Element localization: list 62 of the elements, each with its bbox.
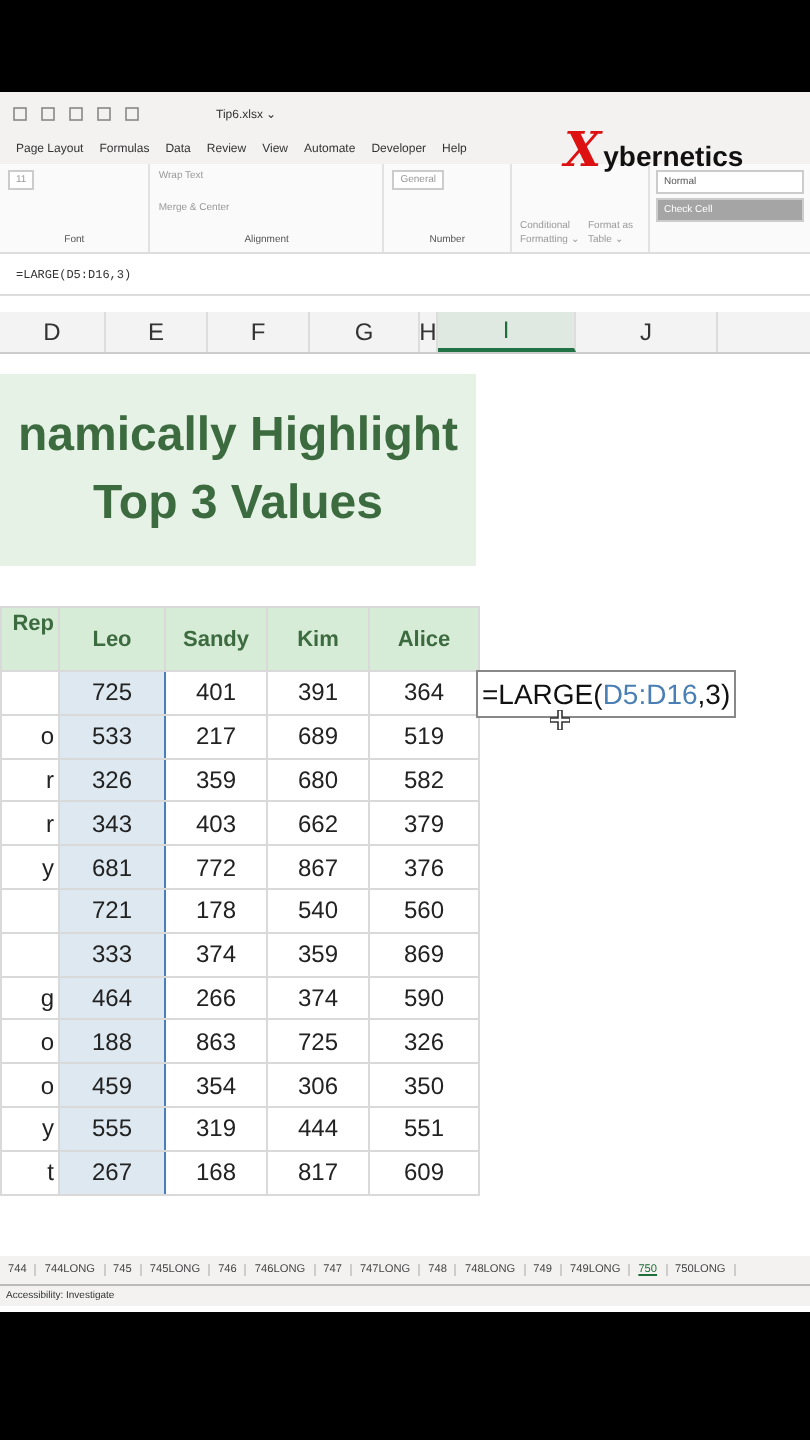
table-cell: 374 (267, 976, 369, 1020)
header-cell: Kim (267, 607, 369, 671)
table-cell: 869 (369, 932, 479, 977)
table-cell: 343 (59, 801, 165, 846)
table-cell: 306 (267, 1063, 369, 1107)
table-cell: 863 (165, 1019, 267, 1064)
table-cell: 401 (165, 671, 267, 715)
table-cell: 403 (165, 801, 267, 846)
table-cell: 519 (369, 714, 479, 759)
column-header[interactable]: D (0, 312, 106, 352)
table-cell: 354 (165, 1063, 267, 1107)
table-cell: 464 (59, 976, 165, 1020)
table-cell: 689 (267, 714, 369, 759)
column-header[interactable]: E (106, 312, 208, 352)
title-text: namically Highlight (17, 408, 459, 464)
table-cell: 681 (59, 845, 165, 889)
table-cell: 168 (165, 1150, 267, 1195)
table-cell: 609 (369, 1150, 479, 1195)
table-cell: 267 (59, 1150, 165, 1195)
table-cell: 188 (59, 1019, 165, 1064)
column-header[interactable]: J (576, 312, 718, 352)
table-cell: 867 (267, 845, 369, 889)
table-cell: 540 (267, 888, 369, 933)
table-cell: 350 (369, 1063, 479, 1107)
table-cell: 266 (165, 976, 267, 1020)
table-cell: 326 (369, 1019, 479, 1064)
header-cell: Sandy (165, 607, 267, 671)
table-cell: 725 (59, 671, 165, 715)
table-cell: 817 (267, 1150, 369, 1195)
table-cell: 376 (369, 845, 479, 889)
table-cell: 662 (267, 801, 369, 846)
table-cell: 772 (165, 845, 267, 889)
formula-cell[interactable]: =LARGE(D5:D16,3) (476, 670, 737, 718)
table-cell: 533 (59, 714, 165, 759)
table-cell: 551 (369, 1106, 479, 1151)
table-cell: 374 (165, 932, 267, 977)
column-header[interactable]: G (310, 312, 420, 352)
table-cell: 326 (59, 758, 165, 802)
table-cell: 560 (369, 888, 479, 933)
table-cell: 590 (369, 976, 479, 1020)
table-cell: 680 (267, 758, 369, 802)
header-cell: Leo (59, 607, 165, 671)
table-cell: 359 (267, 932, 369, 977)
title-text: Top 3 Values (93, 476, 383, 532)
column-header[interactable]: I (438, 312, 576, 352)
table-cell: 444 (267, 1106, 369, 1151)
header-cell: Alice (369, 607, 479, 671)
table-cell: 555 (59, 1106, 165, 1151)
table-cell: 391 (267, 671, 369, 715)
table-cell: 582 (369, 758, 479, 802)
header-cell: Rep (1, 607, 59, 671)
table-cell: 333 (59, 932, 165, 977)
cursor-icon (550, 710, 570, 730)
table-cell: 217 (165, 714, 267, 759)
table-cell: 721 (59, 888, 165, 933)
table-cell: 359 (165, 758, 267, 802)
column-header[interactable]: F (208, 312, 310, 352)
table-cell: 178 (165, 888, 267, 933)
table-cell: 459 (59, 1063, 165, 1107)
table-cell: 725 (267, 1019, 369, 1064)
table-cell: 319 (165, 1106, 267, 1151)
table-cell: 379 (369, 801, 479, 846)
